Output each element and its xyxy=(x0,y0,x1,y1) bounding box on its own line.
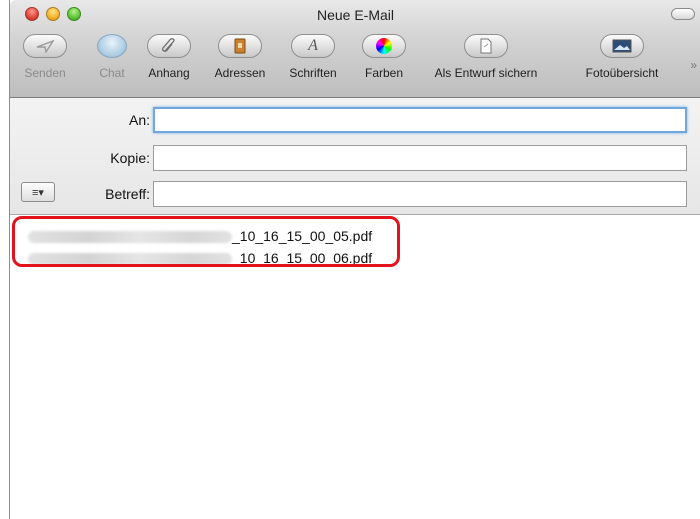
header-fields-menu-button[interactable]: ≡▾ xyxy=(21,182,55,202)
window-title: Neue E-Mail xyxy=(316,7,395,23)
subject-field[interactable] xyxy=(153,181,687,207)
to-label: An: xyxy=(128,112,150,128)
chat-label: Chat xyxy=(99,66,125,80)
colors-button[interactable]: Farben xyxy=(357,34,411,88)
addresses-button[interactable]: Adressen xyxy=(209,34,271,88)
addresses-label: Adressen xyxy=(214,66,266,80)
chat-button[interactable]: Chat xyxy=(91,34,133,88)
title-toolbar-area: Neue E-Mail Senden Chat Anhang Adressen … xyxy=(10,0,700,98)
address-book-icon xyxy=(218,34,262,58)
fonts-label: Schriften xyxy=(289,66,337,80)
send-button[interactable]: Senden xyxy=(18,34,72,88)
attach-label: Anhang xyxy=(148,66,190,80)
toolbar-toggle-button[interactable] xyxy=(671,8,695,20)
photo-browser-label: Fotoübersicht xyxy=(585,66,659,80)
send-label: Senden xyxy=(24,66,66,80)
colors-label: Farben xyxy=(364,66,404,80)
cc-field[interactable] xyxy=(153,145,687,171)
font-icon: A xyxy=(291,34,335,58)
message-headers: An: Kopie: ≡▾ Betreff: xyxy=(10,98,700,215)
save-draft-button[interactable]: Als Entwurf sichern xyxy=(422,34,550,88)
header-menu-icon: ≡▾ xyxy=(32,186,44,199)
save-draft-label: Als Entwurf sichern xyxy=(434,66,538,80)
subject-label: Betreff: xyxy=(105,186,150,202)
to-field[interactable] xyxy=(153,107,687,133)
photo-browser-icon xyxy=(600,34,644,58)
paper-plane-icon xyxy=(23,34,67,58)
toolbar-overflow-icon[interactable]: » xyxy=(690,58,697,72)
paperclip-icon xyxy=(147,34,191,58)
fonts-button[interactable]: A Schriften xyxy=(282,34,344,88)
chat-bubble-icon xyxy=(97,34,127,58)
color-wheel-icon xyxy=(362,34,406,58)
attach-button[interactable]: Anhang xyxy=(142,34,196,88)
draft-icon xyxy=(464,34,508,58)
attachments-highlight-frame xyxy=(12,216,400,267)
cc-label: Kopie: xyxy=(110,150,150,166)
photo-browser-button[interactable]: Fotoübersicht xyxy=(577,34,667,88)
